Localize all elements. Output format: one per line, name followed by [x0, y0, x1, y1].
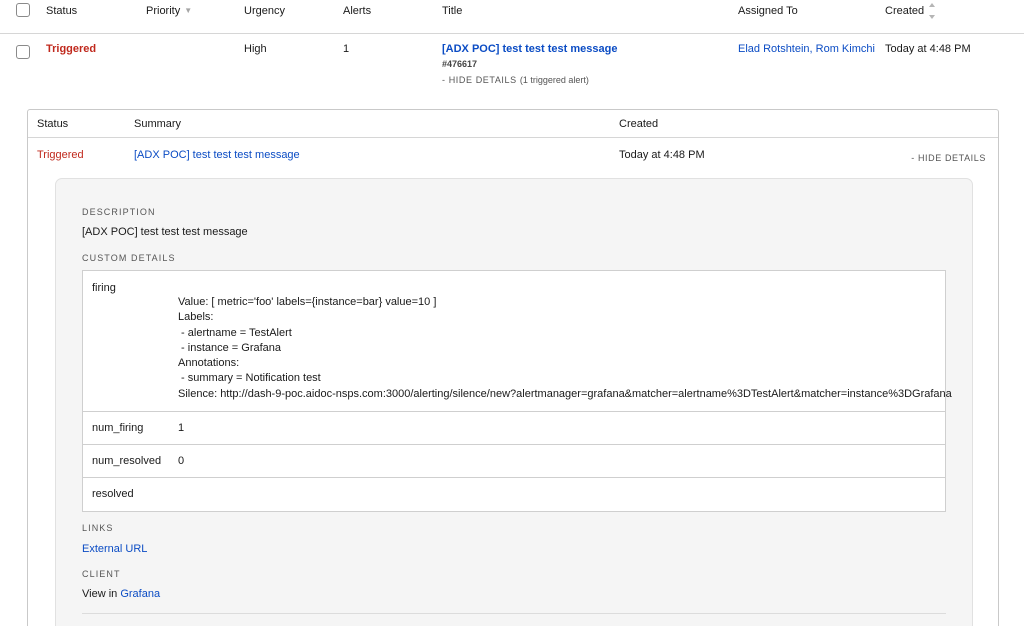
alert-summary-link[interactable]: [ADX POC] test test test message	[134, 149, 300, 161]
incident-number: #476617	[442, 59, 478, 69]
assignees-link[interactable]: Elad Rotshtein, Rom Kimchi	[738, 43, 875, 55]
header-created[interactable]: Created	[885, 5, 924, 17]
details-divider	[82, 613, 946, 614]
num-firing-key: num_firing	[92, 422, 144, 434]
alerts-header-summary: Summary	[134, 118, 182, 130]
header-status[interactable]: Status	[46, 5, 77, 17]
custom-details-table: firing Value: [ metric='foo' labels={ins…	[82, 270, 952, 512]
hide-details-toggle[interactable]: - HIDE DETAILS (1 triggered alert)	[442, 75, 589, 85]
num-firing-value: 1	[178, 422, 185, 434]
sort-updown-icon[interactable]	[928, 2, 936, 20]
custom-details-row-firing: firing Value: [ metric='foo' labels={ins…	[83, 271, 952, 412]
alert-details-card: DESCRIPTION [ADX POC] test test test mes…	[55, 178, 973, 626]
num-resolved-value: 0	[178, 455, 185, 467]
incident-checkbox[interactable]	[16, 45, 30, 59]
firing-key: firing	[92, 282, 116, 294]
client-prefix: View in	[82, 588, 118, 600]
incident-urgency: High	[244, 43, 267, 55]
custom-details-row-num-resolved: num_resolved 0	[83, 445, 945, 478]
incident-created: Today at 4:48 PM	[885, 43, 971, 55]
header-priority-label: Priority	[146, 5, 181, 17]
alerts-header-created: Created	[619, 118, 659, 130]
client-text: View in Grafana	[82, 588, 160, 600]
hide-details-label: - HIDE DETAILS	[442, 75, 517, 85]
custom-details-row-num-firing: num_firing 1	[83, 412, 945, 445]
header-priority[interactable]: Priority ▼	[146, 5, 192, 17]
header-alerts[interactable]: Alerts	[343, 5, 371, 17]
external-url-link[interactable]: External URL	[82, 543, 147, 555]
alerts-header-status: Status	[37, 118, 69, 130]
alert-hide-details-toggle[interactable]: - HIDE DETAILS	[911, 153, 986, 163]
incident-row[interactable]: Triggered High 1 [ADX POC] test test tes…	[0, 34, 1024, 100]
firing-line: - instance = Grafana	[178, 341, 282, 354]
firing-line: - alertname = TestAlert	[178, 326, 292, 339]
firing-line: Labels:	[178, 311, 214, 324]
custom-details-row-resolved: resolved	[83, 478, 945, 511]
links-label: LINKS	[82, 523, 114, 533]
firing-line: Value: [ metric='foo' labels={instance=b…	[178, 296, 437, 308]
alerts-table-header: Status Summary Created	[28, 110, 998, 138]
select-all-checkbox[interactable]	[16, 3, 30, 17]
header-title[interactable]: Title	[442, 5, 462, 17]
description-label: DESCRIPTION	[82, 207, 156, 217]
resolved-key: resolved	[92, 488, 134, 500]
alert-created: Today at 4:48 PM	[619, 149, 705, 161]
incident-title-link[interactable]: [ADX POC] test test test message	[442, 43, 617, 55]
grafana-link[interactable]: Grafana	[120, 588, 160, 600]
alert-status: Triggered	[37, 149, 84, 161]
incident-alerts-count: 1	[343, 43, 350, 55]
firing-line: - summary = Notification test	[178, 372, 321, 385]
alerts-panel: Status Summary Created Triggered [ADX PO…	[27, 109, 999, 626]
firing-value: Value: [ metric='foo' labels={instance=b…	[178, 295, 952, 402]
firing-line: Annotations:	[178, 357, 240, 370]
incidents-table-header: Status Priority ▼ Urgency Alerts Title As…	[0, 0, 1024, 34]
incident-status: Triggered	[46, 43, 97, 55]
num-resolved-key: num_resolved	[92, 455, 162, 467]
client-label: CLIENT	[82, 569, 121, 579]
sort-down-icon: ▼	[184, 6, 193, 15]
triggered-alerts-note: (1 triggered alert)	[519, 75, 589, 85]
header-urgency[interactable]: Urgency	[244, 5, 285, 17]
description-text: [ADX POC] test test test message	[82, 226, 248, 238]
custom-details-label: CUSTOM DETAILS	[82, 253, 176, 263]
silence-url-line: Silence: http://dash-9-poc.aidoc-nsps.co…	[178, 387, 952, 400]
header-assigned-to[interactable]: Assigned To	[738, 5, 798, 17]
